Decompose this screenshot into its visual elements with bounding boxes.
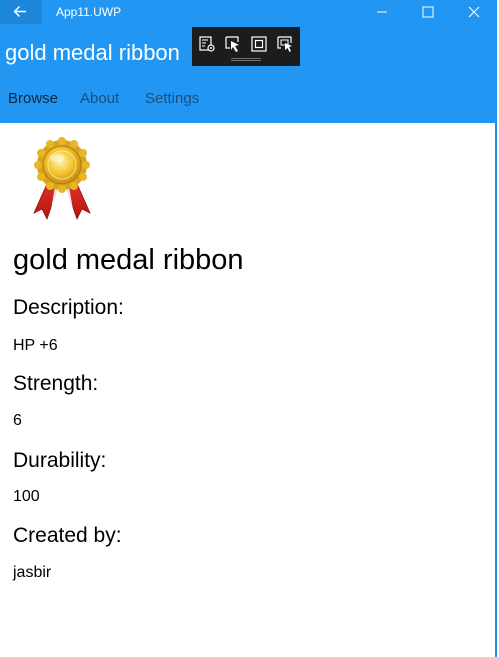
minimize-icon: [377, 11, 387, 13]
window-title: App11.UWP: [56, 5, 122, 19]
close-button[interactable]: [451, 0, 497, 24]
track-focus-icon: [277, 36, 292, 52]
durability-value: 100: [13, 488, 40, 505]
track-focus-button[interactable]: [276, 35, 294, 53]
minimize-button[interactable]: [359, 0, 405, 24]
display-layout-adorners-button[interactable]: [250, 35, 268, 53]
live-visual-tree-button[interactable]: [198, 35, 216, 53]
display-layout-adorners-icon: [251, 36, 267, 52]
description-label: Description:: [13, 296, 124, 319]
tab-browse[interactable]: Browse: [8, 90, 58, 107]
title-bar: App11.UWP: [0, 0, 497, 24]
select-element-button[interactable]: [224, 35, 242, 53]
strength-value: 6: [13, 412, 22, 429]
created-by-value: jasbir: [13, 564, 52, 581]
back-button[interactable]: [0, 0, 42, 24]
live-visual-tree-icon: [199, 36, 215, 52]
toolbar-drag-handle[interactable]: [231, 58, 261, 62]
maximize-button[interactable]: [405, 0, 451, 24]
arrow-left-icon: [13, 6, 26, 17]
gold-medal-ribbon-icon: [14, 129, 110, 225]
tab-about[interactable]: About: [80, 90, 119, 107]
debug-toolbar: [192, 27, 300, 66]
app-window: App11.UWP gold medal ribbon Browse About…: [0, 0, 497, 657]
page-title: gold medal ribbon: [5, 40, 180, 65]
durability-label: Durability:: [13, 449, 107, 472]
item-name: gold medal ribbon: [13, 244, 244, 276]
description-value: HP +6: [13, 337, 58, 354]
tab-settings[interactable]: Settings: [145, 90, 199, 107]
maximize-icon: [422, 6, 434, 18]
close-icon: [468, 6, 480, 18]
created-by-label: Created by:: [13, 524, 122, 547]
strength-label: Strength:: [13, 372, 99, 395]
select-element-icon: [225, 36, 239, 52]
